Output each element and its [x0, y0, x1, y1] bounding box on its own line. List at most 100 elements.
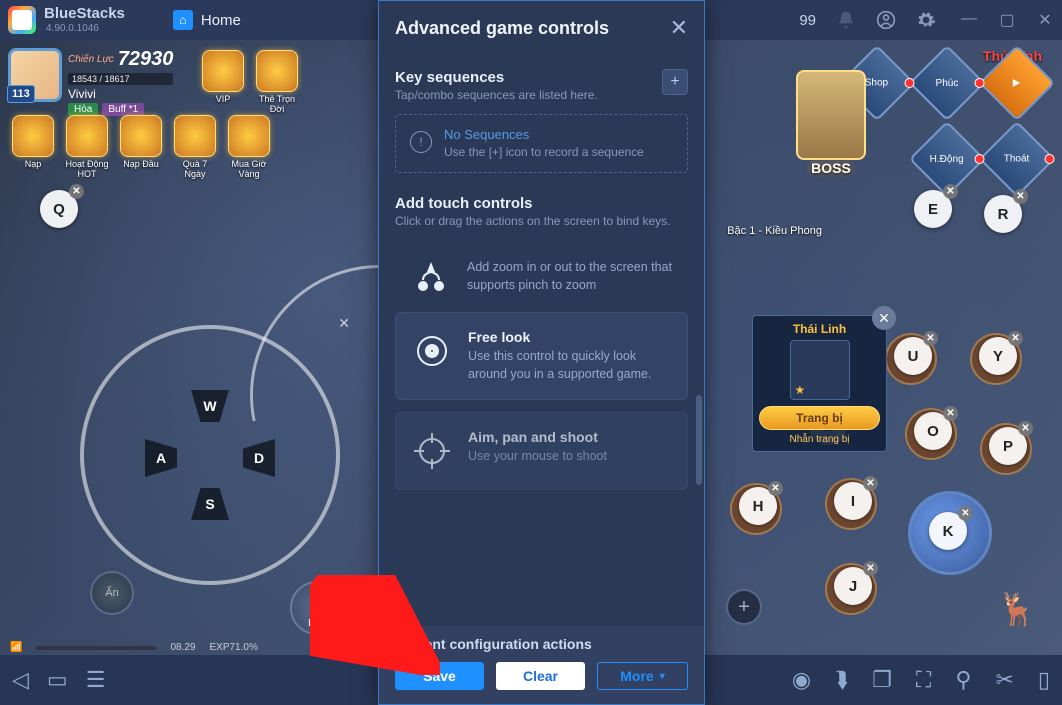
boss-display[interactable]: BOSS	[791, 70, 871, 176]
dpad-a[interactable]: A	[145, 439, 177, 477]
info-icon: !	[410, 131, 432, 153]
key-h[interactable]: H✕	[739, 487, 777, 525]
freelook-icon	[410, 329, 454, 373]
location-icon[interactable]: ⚲	[955, 667, 971, 693]
account-icon[interactable]	[876, 10, 896, 30]
item-tooltip: ✕ Thái Linh Trang bị Nhẫn trang bị	[752, 315, 887, 452]
titlebar-text-clipped: 99	[799, 12, 816, 29]
key-y[interactable]: Y✕	[979, 337, 1017, 375]
napdau-button[interactable]: Nạp Đầu	[118, 115, 164, 179]
thetron-button[interactable]: Thẻ Trọn Đời	[254, 50, 300, 114]
tooltip-item-icon	[790, 340, 850, 400]
touch-controls-title: Add touch controls	[395, 195, 688, 212]
power-label: Chiến Lực	[68, 54, 114, 65]
hud-icons-row: Nạp Hoạt Động HOT Nạp Đầu Quà 7 Ngày Mua…	[10, 115, 272, 179]
key-o[interactable]: O✕	[914, 412, 952, 450]
right-menu-col2: Phúc H.Động	[912, 48, 982, 194]
key-close-icon[interactable]: ✕	[69, 184, 84, 199]
app-version: 4.90.0.1046	[46, 23, 125, 34]
key-e[interactable]: E✕	[914, 190, 952, 228]
level-badge: 113	[7, 85, 35, 103]
cursor-icon[interactable]: ⮯	[835, 667, 848, 693]
tudo-button[interactable]: ▶	[979, 45, 1055, 121]
zoom-text: Add zoom in or out to the screen that su…	[467, 259, 674, 294]
fullscreen-icon[interactable]: ⛶	[916, 667, 931, 693]
more-button[interactable]: More	[597, 662, 688, 690]
zoom-control-card[interactable]: Add zoom in or out to the screen that su…	[395, 240, 688, 300]
window-controls: — ▢ ✕	[960, 10, 1054, 30]
clear-button[interactable]: Clear	[496, 662, 585, 690]
tooltip-equip-button[interactable]: Trang bị	[759, 406, 880, 430]
scrollbar-thumb[interactable]	[696, 395, 702, 485]
freelook-title: Free look	[468, 329, 673, 345]
key-k[interactable]: K✕	[929, 512, 967, 550]
key-sequences-sub: Tap/combo sequences are listed here.	[395, 88, 662, 102]
crosshair-icon	[410, 429, 454, 473]
ban-button[interactable]: Bạn	[290, 581, 344, 635]
bac-label: Bậc 1 - Kiều Phong	[727, 225, 822, 237]
modal-close-icon[interactable]: ✕	[670, 15, 688, 41]
key-i[interactable]: I✕	[834, 482, 872, 520]
nap-button[interactable]: Nạp	[10, 115, 56, 179]
app-name: BlueStacks	[44, 6, 125, 23]
player-hud: 113 Chiến Lực 72930 18543 / 18617 Vivivi…	[8, 48, 173, 116]
muagio-button[interactable]: Mua Giờ Vàng	[226, 115, 272, 179]
aim-title: Aim, pan and shoot	[468, 429, 607, 445]
save-button[interactable]: Save	[395, 662, 484, 690]
rotate-icon[interactable]: ▯	[1038, 667, 1050, 693]
app-title-block: BlueStacks 4.90.0.1046	[44, 6, 125, 34]
eye-icon[interactable]: ◉	[792, 667, 811, 693]
battery-bar	[36, 646, 156, 650]
pinch-zoom-icon	[409, 256, 453, 300]
key-u[interactable]: U✕	[894, 337, 932, 375]
dpad-d[interactable]: D	[243, 439, 275, 477]
back-icon[interactable]: ◁	[12, 667, 29, 693]
an-button[interactable]: Ẩn	[90, 571, 134, 615]
dpad-s[interactable]: S	[191, 488, 229, 520]
tooltip-close-icon[interactable]: ✕	[872, 306, 896, 330]
tab-home[interactable]: ⌂ Home	[155, 0, 259, 40]
boss-label: BOSS	[791, 160, 871, 176]
tooltip-footer: Nhẫn trang bị	[759, 434, 880, 445]
player-avatar[interactable]: 113	[8, 48, 62, 102]
key-j[interactable]: J✕	[834, 567, 872, 605]
no-seq-title: No Sequences	[444, 127, 644, 142]
no-seq-text: Use the [+] icon to record a sequence	[444, 144, 644, 160]
tabs: ⌂ Home	[155, 0, 259, 40]
aim-text: Use your mouse to shoot	[468, 448, 607, 466]
home-nav-icon[interactable]: ▭	[47, 667, 68, 693]
gear-icon[interactable]	[916, 10, 936, 30]
freelook-control-card[interactable]: Free look Use this control to quickly lo…	[395, 312, 688, 400]
aim-control-card[interactable]: Aim, pan and shoot Use your mouse to sho…	[395, 412, 688, 490]
power-sub-stat: 18543 / 18617	[68, 73, 173, 85]
scissors-icon[interactable]: ✂	[995, 667, 1013, 693]
plus-skill-button[interactable]: +	[726, 589, 762, 625]
system-icons	[836, 10, 936, 30]
thoat-button[interactable]: Thoát	[979, 121, 1055, 197]
maximize-button[interactable]: ▢	[998, 10, 1016, 30]
mount-icon[interactable]: 🦌	[997, 590, 1047, 640]
hoatdong-button[interactable]: Hoạt Động HOT	[64, 115, 110, 179]
tab-home-label: Home	[201, 12, 241, 29]
footer-title: Current configuration actions	[395, 636, 688, 652]
add-sequence-button[interactable]: +	[662, 69, 688, 95]
advanced-controls-modal: Advanced game controls ✕ Key sequences T…	[378, 0, 705, 705]
power-value: 72930	[118, 48, 174, 71]
key-sequences-title: Key sequences	[395, 69, 662, 86]
bell-icon[interactable]	[836, 10, 856, 30]
close-button[interactable]: ✕	[1036, 10, 1054, 30]
multi-window-icon[interactable]: ❐	[872, 667, 892, 693]
phuc-button[interactable]: Phúc	[909, 45, 985, 121]
key-p[interactable]: P✕	[989, 427, 1027, 465]
qua7-button[interactable]: Quà 7 Ngày	[172, 115, 218, 179]
vip-button[interactable]: VIP	[200, 50, 246, 114]
minimize-button[interactable]: —	[960, 10, 978, 30]
touch-controls-sub: Click or drag the actions on the screen …	[395, 214, 688, 228]
modal-title: Advanced game controls	[395, 18, 670, 39]
time-label: 08.29	[170, 642, 195, 653]
key-r[interactable]: R✕	[984, 195, 1022, 233]
dpad-w[interactable]: W	[191, 390, 229, 422]
recents-icon[interactable]: ☰	[86, 667, 106, 693]
hud-top-buttons: VIP Thẻ Trọn Đời	[200, 50, 300, 114]
key-q[interactable]: Q✕	[40, 190, 78, 228]
